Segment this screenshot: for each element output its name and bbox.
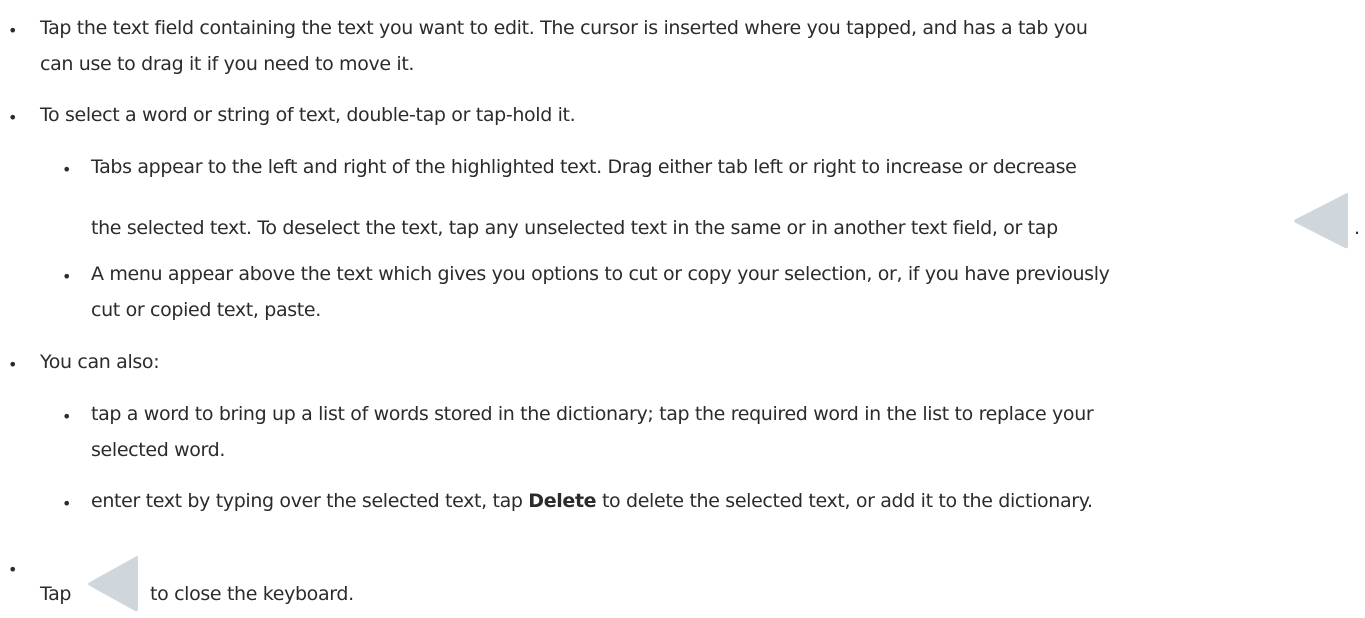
sub-item-3-1-line-2: selected word. [91, 439, 226, 461]
item-1-line-1: Tap the text field containing the text y… [40, 17, 1088, 39]
delete-keyword: Delete [528, 490, 597, 512]
sub-item-2-1-period: . [1354, 217, 1360, 239]
sub-item-2-1-line-1: Tabs appear to the left and right of the… [91, 156, 1077, 178]
sub-item-3-2-line-1: enter text by typing over the selected t… [91, 487, 1093, 516]
bullet-marker: • [8, 355, 18, 374]
sub-item-3-1-line-1: tap a word to bring up a list of words s… [91, 403, 1094, 425]
bullet-marker: • [62, 267, 72, 286]
bullet-marker: • [62, 160, 72, 179]
item-4-post: to close the keyboard. [150, 583, 354, 605]
bullet-marker: • [8, 21, 18, 40]
bullet-marker: • [8, 108, 18, 127]
sub-item-2-2-line-2: cut or copied text, paste. [91, 299, 321, 321]
bullet-marker: • [8, 560, 18, 579]
item-1-line-2: can use to drag it if you need to move i… [40, 53, 415, 75]
back-triangle-icon [1294, 193, 1348, 249]
bullet-marker: • [62, 407, 72, 426]
item-2-line-1: To select a word or string of text, doub… [40, 104, 576, 126]
bullet-marker: • [62, 494, 72, 513]
back-triangle-icon [88, 556, 138, 612]
sub-item-3-2-pre: enter text by typing over the selected t… [91, 490, 523, 512]
item-4-pre: Tap [40, 583, 72, 605]
sub-item-2-1-line-2: the selected text. To deselect the text,… [91, 217, 1058, 239]
sub-item-3-2-post: to delete the selected text, or add it t… [601, 490, 1093, 512]
item-3-line-1: You can also: [40, 351, 160, 373]
sub-item-2-2-line-1: A menu appear above the text which gives… [91, 263, 1110, 285]
